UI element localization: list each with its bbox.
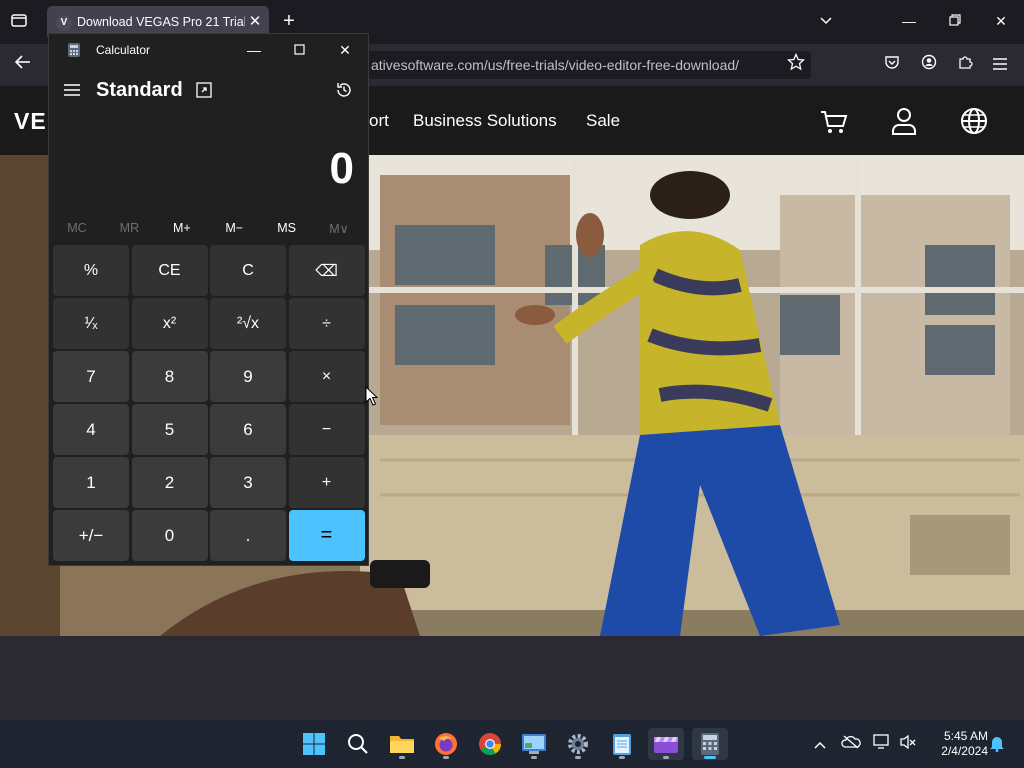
square-button[interactable]: x²	[131, 298, 208, 349]
vegas-favicon: V	[56, 15, 72, 31]
account-icon[interactable]	[916, 53, 942, 77]
digit-8-button[interactable]: 8	[131, 351, 208, 402]
firefox-icon[interactable]	[428, 728, 464, 760]
subtract-button[interactable]: −	[288, 404, 365, 455]
chevron-down-icon[interactable]	[812, 10, 840, 32]
video-editor-icon[interactable]	[648, 728, 684, 760]
memory-list-button[interactable]: M∨	[313, 221, 365, 236]
digit-1-button[interactable]: 1	[53, 457, 129, 508]
memory-clear-button[interactable]: MC	[51, 221, 103, 235]
running-indicator	[443, 756, 449, 759]
running-indicator	[619, 756, 625, 759]
puzzle-icon[interactable]	[952, 53, 978, 77]
calculator-app-icon	[68, 43, 80, 57]
network-icon[interactable]	[871, 734, 893, 756]
calculator-display: 0	[329, 144, 354, 193]
digit-9-button[interactable]: 9	[210, 351, 286, 402]
running-indicator	[575, 756, 581, 759]
memory-subtract-button[interactable]: M−	[208, 221, 260, 235]
equals-button[interactable]: =	[288, 510, 365, 561]
back-arrow-icon[interactable]	[10, 53, 36, 77]
digit-7-button[interactable]: 7	[53, 351, 129, 402]
plus-icon[interactable]: +	[278, 10, 300, 32]
digit-4-button[interactable]: 4	[53, 404, 129, 455]
site-logo[interactable]: VE	[14, 108, 47, 135]
calculator-title: Calculator	[96, 43, 151, 57]
onedrive-icon[interactable]	[840, 734, 862, 756]
chevron-up-icon[interactable]	[809, 734, 831, 756]
star-icon[interactable]	[783, 52, 809, 77]
calculator-window: Calculator — ✕ Standard 0 MC MR M+ M− MS M∨ %…	[48, 33, 369, 566]
restore-icon[interactable]	[941, 10, 969, 32]
decimal-button[interactable]: .	[210, 510, 286, 561]
active-indicator	[704, 756, 716, 759]
nav-item-business-solutions[interactable]: Business Solutions	[413, 111, 557, 131]
memory-store-button[interactable]: MS	[261, 221, 313, 235]
notepad-icon[interactable]	[604, 728, 640, 760]
tab-title: Download VEGAS Pro 21 Trials f	[77, 15, 245, 29]
nav-menu-icon[interactable]	[64, 83, 80, 101]
square-root-button[interactable]: ²√x	[210, 298, 286, 349]
system-clock[interactable]: 5:45 AM 2/4/2024	[924, 729, 988, 759]
volume-muted-icon[interactable]	[897, 734, 919, 756]
reciprocal-button[interactable]: ¹⁄ₓ	[53, 298, 129, 349]
nav-item-support[interactable]: ort	[369, 111, 389, 131]
multiply-button[interactable]: ×	[288, 351, 365, 402]
clear-button[interactable]: C	[210, 245, 286, 296]
search-icon[interactable]	[340, 728, 376, 760]
cart-icon[interactable]	[819, 106, 849, 136]
nav-item-sale[interactable]: Sale	[586, 111, 620, 131]
memory-recall-button[interactable]: MR	[103, 221, 155, 235]
negate-button[interactable]: +/−	[53, 510, 129, 561]
keep-on-top-icon[interactable]	[196, 82, 212, 103]
percent-button[interactable]: %	[53, 245, 129, 296]
clear-entry-button[interactable]: CE	[131, 245, 208, 296]
page-background	[0, 636, 1024, 720]
close-window-icon[interactable]: ✕	[987, 10, 1015, 32]
chrome-icon[interactable]	[472, 728, 508, 760]
url-text: ativesoftware.com/us/free-trials/video-e…	[371, 57, 740, 73]
backspace-button[interactable]: ⌫	[288, 245, 365, 296]
digit-5-button[interactable]: 5	[131, 404, 208, 455]
hamburger-icon[interactable]	[987, 53, 1013, 77]
calculator-mode: Standard	[96, 79, 183, 101]
url-bar[interactable]: ativesoftware.com/us/free-trials/video-e…	[355, 51, 811, 79]
close-tab-icon[interactable]: ✕	[245, 12, 265, 32]
divide-button[interactable]: ÷	[288, 298, 365, 349]
digit-0-button[interactable]: 0	[131, 510, 208, 561]
taskbar: 5:45 AM 2/4/2024	[0, 720, 1024, 768]
digit-6-button[interactable]: 6	[210, 404, 286, 455]
clock-time: 5:45 AM	[943, 729, 988, 743]
clock-date: 2/4/2024	[941, 744, 988, 758]
start-icon[interactable]	[296, 728, 332, 760]
globe-icon[interactable]	[959, 106, 989, 136]
notification-bell-icon[interactable]	[986, 734, 1008, 756]
tablist-icon[interactable]	[8, 11, 30, 33]
pocket-icon[interactable]	[879, 53, 905, 77]
running-indicator	[399, 756, 405, 759]
calc-close-icon[interactable]: ✕	[325, 38, 365, 62]
calculator-icon[interactable]	[692, 728, 728, 760]
minimize-icon[interactable]: —	[895, 10, 923, 32]
running-indicator	[663, 756, 669, 759]
mouse-cursor	[365, 385, 379, 411]
running-indicator	[531, 756, 537, 759]
calc-maximize-icon[interactable]	[279, 38, 319, 62]
add-button[interactable]: +	[288, 457, 365, 508]
digit-2-button[interactable]: 2	[131, 457, 208, 508]
history-icon[interactable]	[335, 81, 353, 104]
digit-3-button[interactable]: 3	[210, 457, 286, 508]
memory-add-button[interactable]: M+	[156, 221, 208, 235]
calc-minimize-icon[interactable]: —	[234, 38, 274, 62]
control-panel-icon[interactable]	[516, 728, 552, 760]
settings-icon[interactable]	[560, 728, 596, 760]
user-icon[interactable]	[889, 106, 919, 136]
file-explorer-icon[interactable]	[384, 728, 420, 760]
